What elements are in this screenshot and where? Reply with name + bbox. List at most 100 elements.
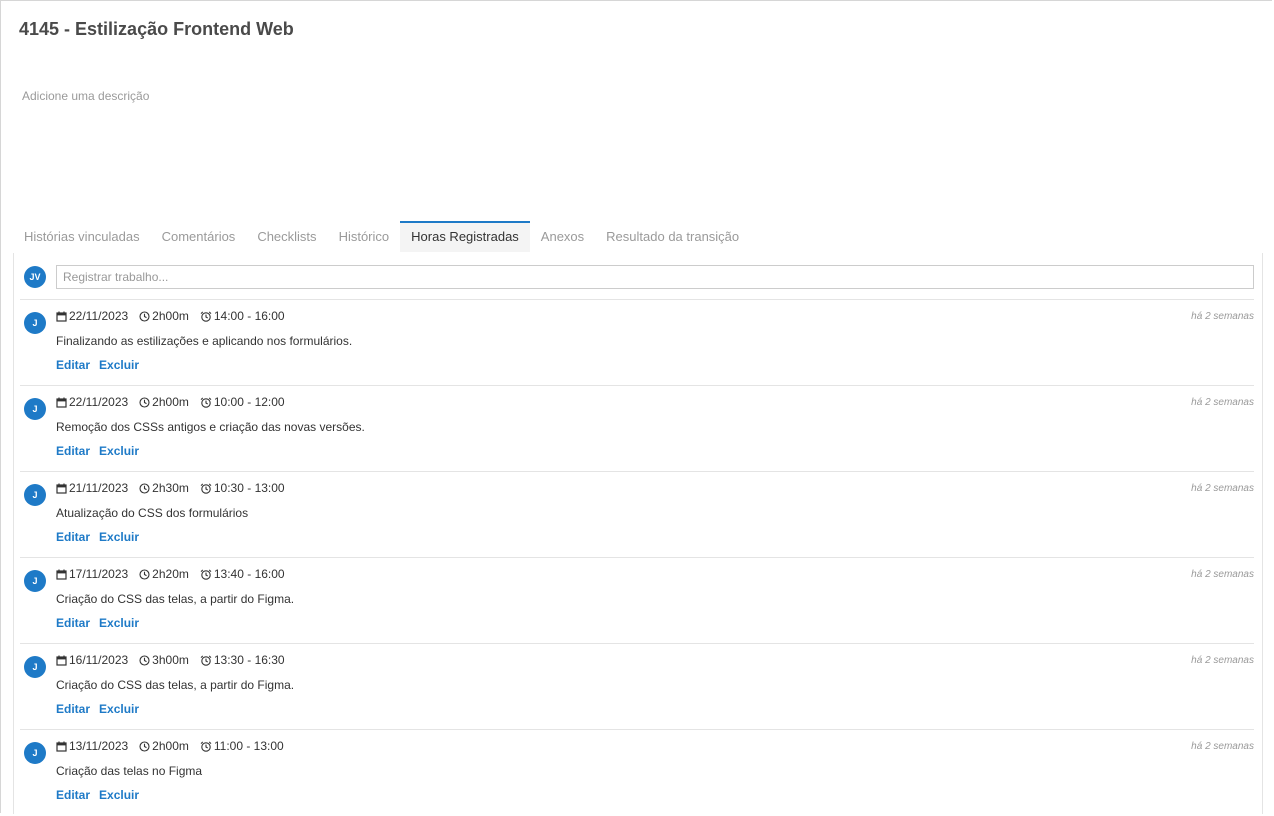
entry-time-range-text: 10:00 - 12:00 [213,395,285,409]
entry-relative-time: há 2 semanas [1191,483,1254,494]
entry-time-range: 11:00 - 13:00 [200,739,284,753]
entry-date-text: 22/11/2023 [69,309,129,323]
delete-link[interactable]: Excluir [99,788,139,802]
edit-link[interactable]: Editar [56,788,90,802]
entry-relative-time: há 2 semanas [1191,569,1254,580]
delete-link[interactable]: Excluir [99,702,139,716]
entry-duration: 2h20m [139,567,189,581]
tab-bar: Histórias vinculadas Comentários Checkli… [13,221,750,252]
entry-relative-time: há 2 semanas [1191,397,1254,408]
entry-date: 16/11/2023 [56,653,128,667]
edit-link[interactable]: Editar [56,616,90,630]
entry-duration: 2h00m [139,309,189,323]
entry-duration: 2h30m [139,481,189,495]
tab-comentarios[interactable]: Comentários [151,221,247,252]
tab-resultado-da-transicao[interactable]: Resultado da transição [595,221,750,252]
avatar: J [24,570,46,592]
delete-link[interactable]: Excluir [99,616,139,630]
clock-icon [139,310,152,322]
work-log-entry: J 17/11/2023 2h20m 13:40 - 16:00 há 2 se… [20,557,1254,644]
tab-horas-registradas[interactable]: Horas Registradas [400,221,530,252]
calendar-icon [56,483,69,494]
entry-time-range-text: 13:40 - 16:00 [213,567,285,581]
register-work-input[interactable] [56,265,1254,289]
delete-link[interactable]: Excluir [99,444,139,458]
tab-anexos[interactable]: Anexos [530,221,595,252]
entry-duration-text: 3h00m [152,653,189,667]
entry-actions: Editar Excluir [56,530,148,544]
avatar: J [24,656,46,678]
entry-duration-text: 2h20m [152,567,189,581]
page-title: 4145 - Estilização Frontend Web [19,19,294,39]
edit-link[interactable]: Editar [56,358,90,372]
entry-relative-time: há 2 semanas [1191,741,1254,752]
entry-time-range-text: 13:30 - 16:30 [213,653,285,667]
entry-duration: 3h00m [139,653,189,667]
alarm-clock-icon [200,397,214,408]
entry-duration-text: 2h00m [152,739,189,753]
clock-icon [139,654,152,666]
work-log-entry: J 21/11/2023 2h30m 10:30 - 13:00 há 2 se… [20,471,1254,558]
entry-time-range: 10:30 - 13:00 [200,481,285,495]
work-log-entry: J 22/11/2023 2h00m 10:00 - 12:00 há 2 se… [20,385,1254,472]
entry-duration: 2h00m [139,739,189,753]
entry-time-range-text: 10:30 - 13:00 [213,481,285,495]
entry-time-range: 13:30 - 16:30 [200,653,285,667]
entry-duration-text: 2h00m [152,395,189,409]
entry-date-text: 17/11/2023 [69,567,129,581]
entry-time-range: 13:40 - 16:00 [200,567,285,581]
entry-date: 22/11/2023 [56,395,128,409]
calendar-icon [56,569,69,580]
alarm-clock-icon [200,483,214,494]
edit-link[interactable]: Editar [56,444,90,458]
entry-duration-text: 2h30m [152,481,189,495]
tab-historias-vinculadas[interactable]: Histórias vinculadas [13,221,151,252]
entry-note: Criação do CSS das telas, a partir do Fi… [56,678,295,692]
tab-checklists[interactable]: Checklists [246,221,327,252]
entry-time-range: 10:00 - 12:00 [200,395,285,409]
entry-duration-text: 2h00m [152,309,189,323]
entry-duration: 2h00m [139,395,189,409]
alarm-clock-icon [200,311,214,322]
clock-icon [139,740,152,752]
hours-panel: JV J 22/11/2023 2h00m 14:00 - 16:00 [13,253,1263,814]
entry-actions: Editar Excluir [56,788,148,802]
task-detail-panel: 4145 - Estilização Frontend Web Adicione… [0,0,1272,814]
entry-date: 17/11/2023 [56,567,128,581]
edit-link[interactable]: Editar [56,702,90,716]
calendar-icon [56,741,69,752]
entry-actions: Editar Excluir [56,702,148,716]
alarm-clock-icon [200,741,214,752]
entry-meta: 13/11/2023 2h00m 11:00 - 13:00 [56,739,295,753]
delete-link[interactable]: Excluir [99,530,139,544]
entry-meta: 21/11/2023 2h30m 10:30 - 13:00 [56,481,296,495]
avatar: J [24,484,46,506]
description-placeholder[interactable]: Adicione uma descrição [22,89,149,103]
entry-date: 22/11/2023 [56,309,128,323]
entry-meta: 22/11/2023 2h00m 10:00 - 12:00 [56,395,296,409]
entry-date-text: 21/11/2023 [69,481,129,495]
entry-note: Finalizando as estilizações e aplicando … [56,334,353,348]
entry-note: Atualização do CSS dos formulários [56,506,249,520]
entry-meta: 22/11/2023 2h00m 14:00 - 16:00 [56,309,296,323]
entry-note: Criação das telas no Figma [56,764,203,778]
entry-date-text: 16/11/2023 [69,653,129,667]
entry-time-range: 14:00 - 16:00 [200,309,285,323]
entry-meta: 17/11/2023 2h20m 13:40 - 16:00 [56,567,296,581]
entry-relative-time: há 2 semanas [1191,655,1254,666]
work-log-entry: J 13/11/2023 2h00m 11:00 - 13:00 há 2 se… [20,729,1254,816]
entry-note: Remoção dos CSSs antigos e criação das n… [56,420,365,434]
alarm-clock-icon [200,569,214,580]
edit-link[interactable]: Editar [56,530,90,544]
entry-date-text: 22/11/2023 [69,395,129,409]
work-log-entry: J 16/11/2023 3h00m 13:30 - 16:30 há 2 se… [20,643,1254,730]
calendar-icon [56,311,69,322]
tab-historico[interactable]: Histórico [328,221,401,252]
entry-actions: Editar Excluir [56,616,148,630]
delete-link[interactable]: Excluir [99,358,139,372]
entry-relative-time: há 2 semanas [1191,311,1254,322]
entry-actions: Editar Excluir [56,444,148,458]
entry-note: Criação do CSS das telas, a partir do Fi… [56,592,295,606]
avatar: JV [24,266,46,288]
entry-meta: 16/11/2023 3h00m 13:30 - 16:30 [56,653,296,667]
